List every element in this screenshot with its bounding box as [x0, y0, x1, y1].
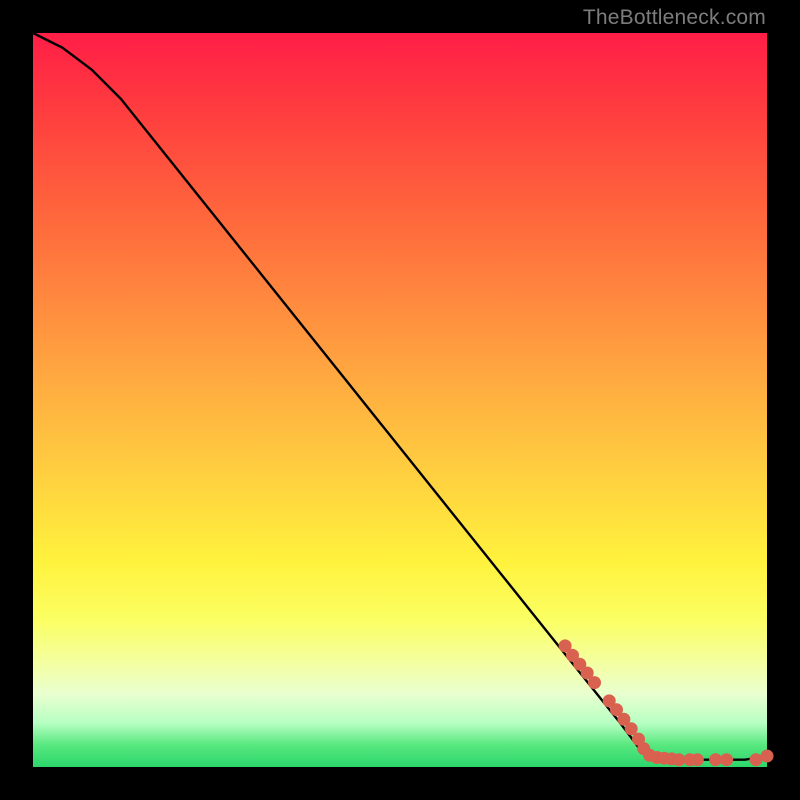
data-point [720, 753, 733, 766]
curve-line [33, 33, 767, 760]
attribution-text: TheBottleneck.com [583, 6, 766, 30]
data-point [761, 750, 774, 763]
chart-frame: TheBottleneck.com [0, 0, 800, 800]
curve-markers [559, 639, 774, 766]
data-point [588, 676, 601, 689]
plot-area [33, 33, 767, 767]
data-point [691, 753, 704, 766]
chart-svg [33, 33, 767, 767]
data-point [750, 753, 763, 766]
